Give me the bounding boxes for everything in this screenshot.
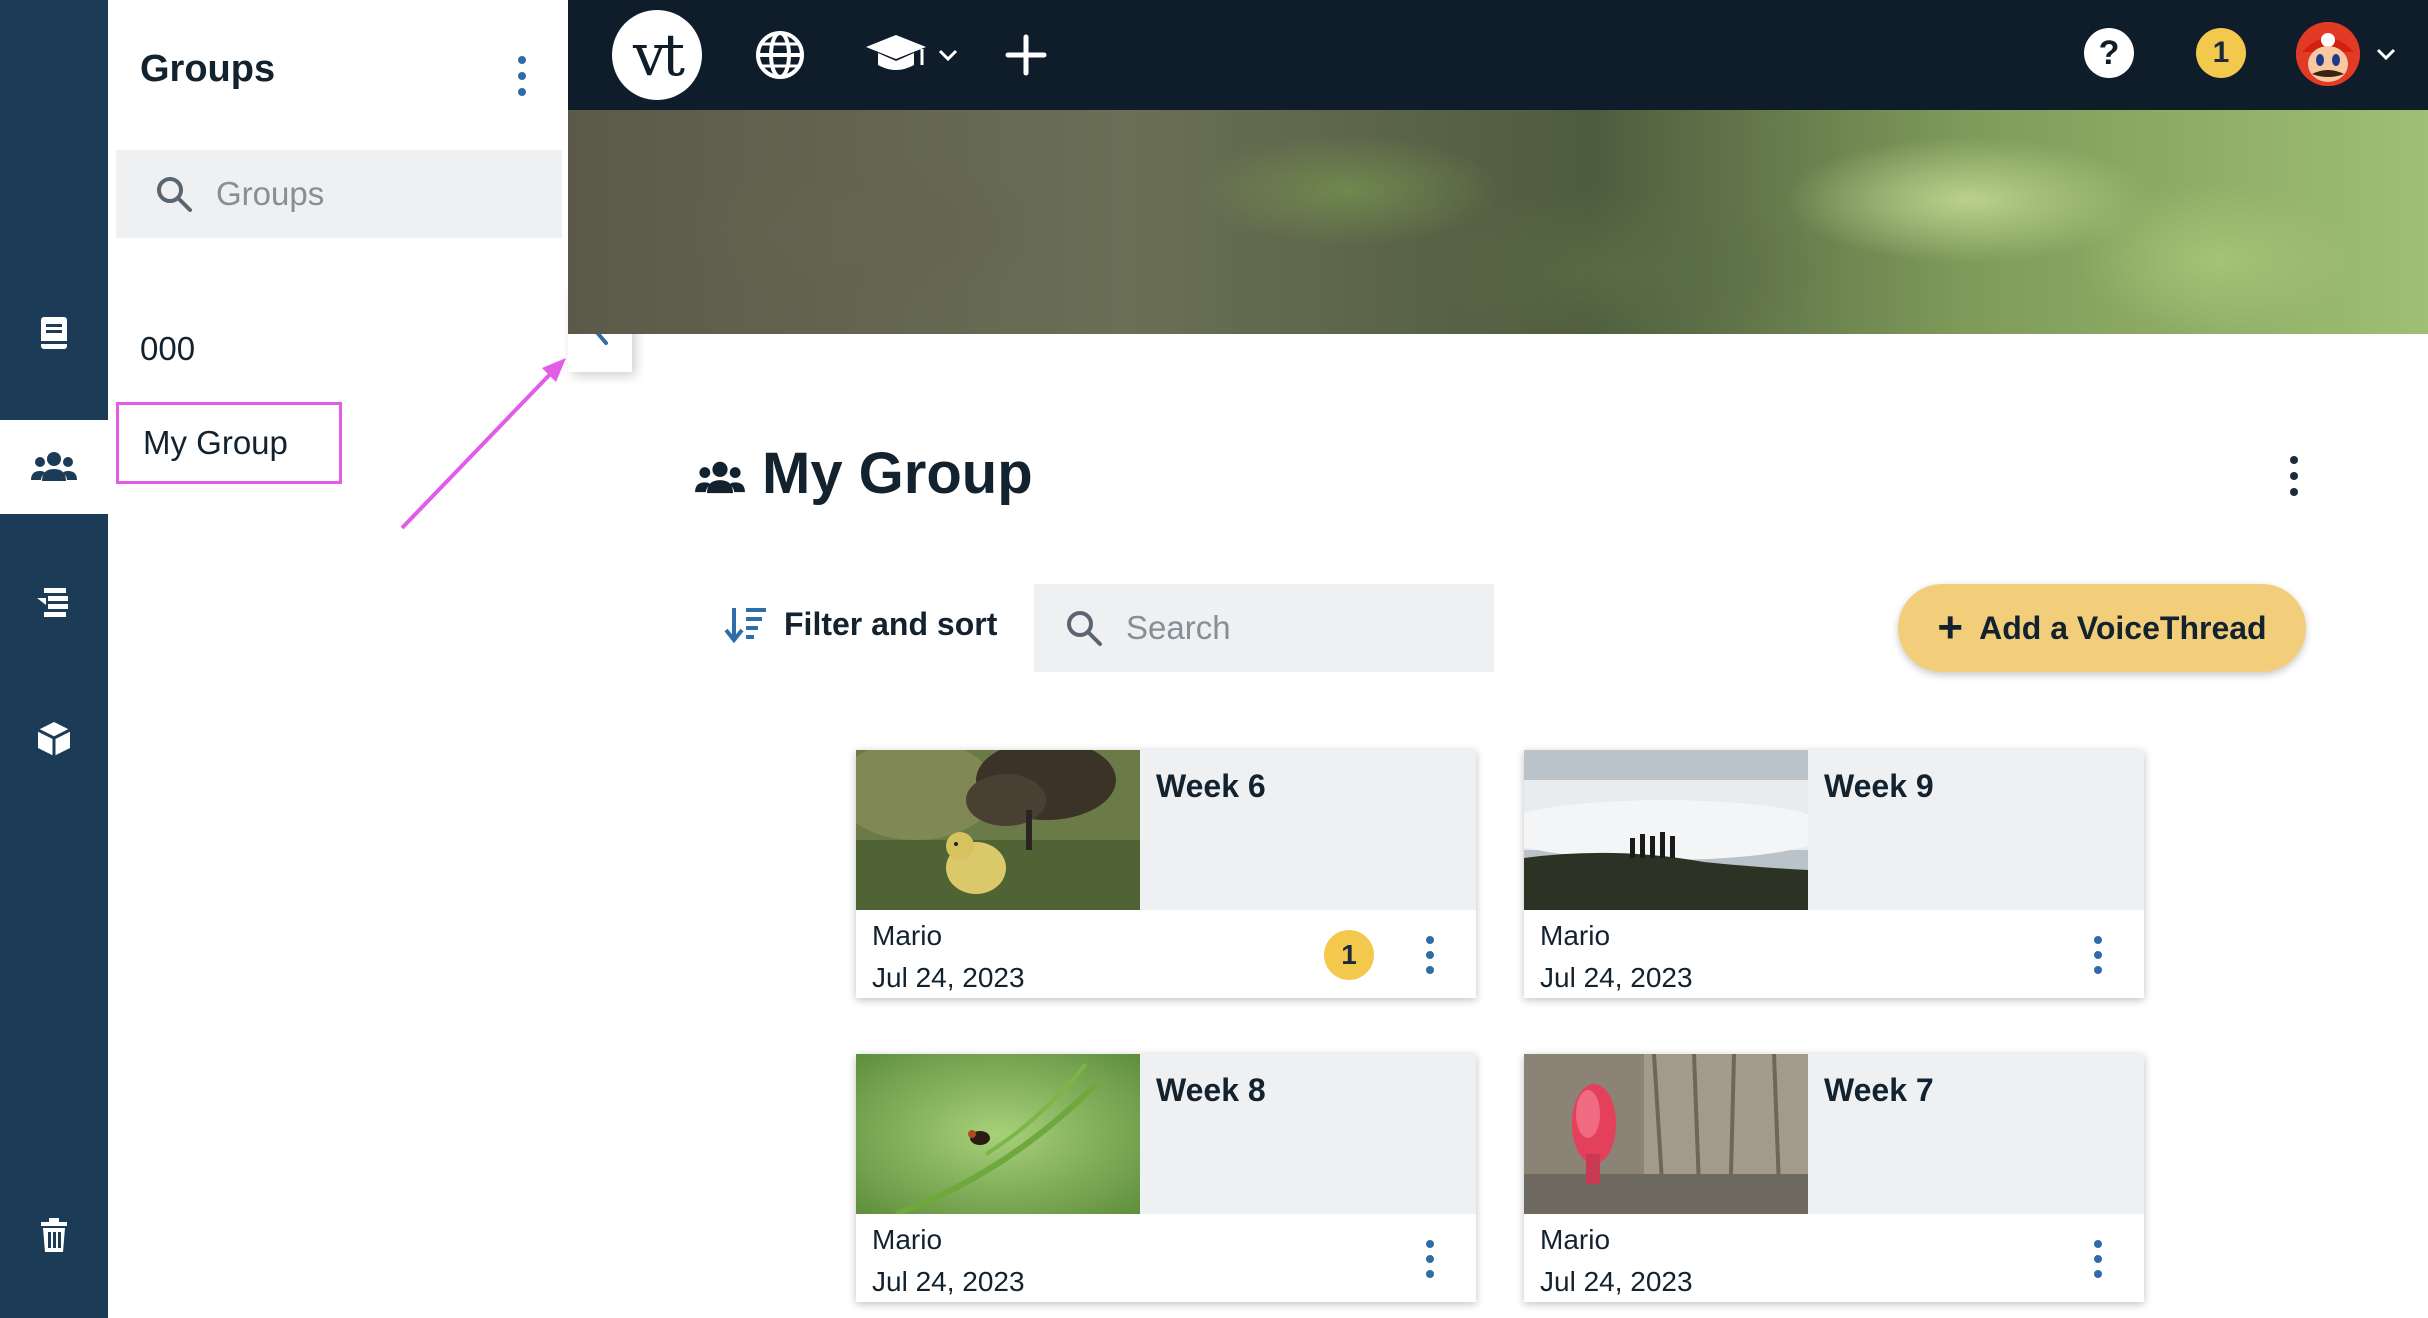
group-banner-image — [568, 110, 2428, 334]
red-fungus-on-bark-photo-thumbnail — [1524, 1054, 1808, 1214]
groups-search-box — [116, 150, 562, 238]
card-date: Jul 24, 2023 — [872, 1266, 1025, 1297]
card-title: Week 7 — [1824, 1072, 1934, 1108]
search-icon — [157, 177, 192, 212]
notification-badge[interactable]: 1 — [2196, 28, 2246, 78]
voicethread-card[interactable]: Week 9 Mario Jul 24, 2023 — [1524, 750, 2144, 998]
create-button[interactable] — [1004, 28, 1048, 82]
graduation-cap-icon — [866, 35, 926, 70]
globe-button[interactable] — [754, 28, 806, 82]
groups-title: Groups — [140, 48, 276, 90]
group-item-my-group[interactable]: My Group — [116, 402, 342, 484]
groups-panel: Groups 000 My Group — [108, 0, 568, 1318]
help-button[interactable]: ? — [2084, 28, 2134, 78]
group-item-000[interactable]: 000 — [140, 330, 195, 368]
comment-count-badge: 1 — [1324, 930, 1374, 980]
card-menu-icon[interactable] — [2092, 1240, 2104, 1278]
rail-groups-button[interactable] — [0, 420, 108, 514]
card-author: Mario — [872, 1224, 943, 1255]
insect-on-stem-photo-thumbnail — [856, 1054, 1140, 1214]
book-icon — [41, 317, 67, 349]
card-menu-icon[interactable] — [2092, 936, 2104, 974]
plus-icon: + — [1937, 603, 1964, 652]
voicethread-card[interactable]: Week 8 Mario Jul 24, 2023 — [856, 1054, 1476, 1302]
voicethread-logo[interactable]: vt — [612, 10, 702, 100]
search-icon — [1067, 611, 1102, 646]
add-voicethread-label: Add a VoiceThread — [1979, 609, 2267, 646]
courses-menu-button[interactable] — [864, 28, 960, 82]
trash-icon — [41, 1218, 67, 1252]
card-menu-icon[interactable] — [1424, 1240, 1436, 1278]
filter-and-sort-button[interactable]: Filter and sort — [724, 604, 997, 644]
card-menu-icon[interactable] — [1424, 936, 1436, 974]
card-author: Mario — [1540, 1224, 1611, 1255]
voicethread-card[interactable]: Week 6 Mario Jul 24, 2023 1 — [856, 750, 1476, 998]
chevron-down-icon — [938, 49, 958, 62]
card-date: Jul 24, 2023 — [872, 962, 1025, 993]
filter-and-sort-label: Filter and sort — [784, 605, 998, 642]
voicethread-card[interactable]: Week 7 Mario Jul 24, 2023 — [1524, 1054, 2144, 1302]
box-icon — [37, 722, 71, 756]
card-author: Mario — [1540, 920, 1611, 951]
top-navigation: vt ? 1 — [568, 0, 2428, 110]
avatar[interactable] — [2296, 22, 2360, 86]
groups-search-input[interactable] — [214, 174, 538, 214]
rail-box-button[interactable] — [0, 692, 108, 786]
card-title: Week 6 — [1156, 768, 1266, 804]
add-voicethread-button[interactable]: + Add a VoiceThread — [1898, 584, 2306, 672]
globe-icon — [756, 31, 804, 79]
list-tree-icon — [37, 588, 68, 617]
groups-menu-icon[interactable] — [510, 56, 534, 96]
rail-trash-button[interactable] — [0, 1188, 108, 1282]
card-author: Mario — [872, 920, 943, 951]
left-rail — [0, 0, 108, 1318]
card-date: Jul 24, 2023 — [1540, 962, 1693, 993]
gosling-photo-thumbnail — [856, 750, 1140, 910]
group-icon — [31, 452, 77, 481]
chevron-down-icon[interactable] — [2374, 44, 2398, 64]
group-icon — [695, 461, 745, 494]
page-title: My Group — [762, 441, 1033, 506]
hilltop-silhouettes-photo-thumbnail — [1524, 750, 1808, 910]
card-date: Jul 24, 2023 — [1540, 1266, 1693, 1297]
card-title: Week 8 — [1156, 1072, 1266, 1108]
rail-courses-button[interactable] — [0, 556, 108, 650]
sort-descending-icon — [724, 608, 766, 644]
group-options-icon[interactable] — [2288, 456, 2300, 496]
card-title: Week 9 — [1824, 768, 1934, 804]
rail-threads-button[interactable] — [0, 286, 108, 380]
threads-search-input[interactable] — [1124, 608, 1468, 648]
threads-search-box — [1034, 584, 1494, 672]
plus-icon — [1005, 34, 1047, 76]
user-avatar-image — [2296, 22, 2360, 86]
